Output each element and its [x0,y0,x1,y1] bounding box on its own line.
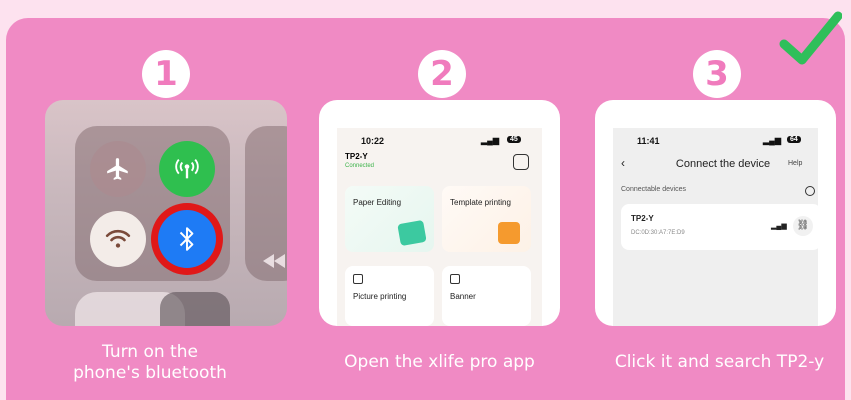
page-title: Connect the device [675,158,771,170]
status-bar-3: 11:41 ▂▄▆ 64 [613,128,818,150]
picture-printing-card[interactable]: Picture printing [345,266,434,326]
paper-editing-card[interactable]: Paper Editing [345,186,434,252]
status-time-3: 11:41 [637,136,660,146]
device-list-name: TP2-Y [631,214,654,223]
step-number-3: 3 [693,50,741,98]
battery-indicator: 45 [507,136,521,143]
rewind-icon [263,254,285,268]
step-3-caption: Click it and search TP2-y [614,352,825,372]
step-1-caption-line1: Turn on the [102,342,198,362]
template-printing-label: Template printing [450,198,511,207]
signal-strength-icon: ▂▄▆ [771,223,787,230]
banner-label: Banner [450,292,476,301]
cellular-toggle[interactable] [159,141,215,197]
paper-editing-icon [397,219,427,247]
connect-screenshot: 11:41 ▂▄▆ 64 ‹ Connect the device Help C… [595,100,836,326]
step-1-caption: Turn on the phone's bluetooth [45,342,255,384]
picture-printing-icon [353,274,363,284]
back-icon[interactable]: ‹ [621,156,625,170]
banner-icon [450,274,460,284]
template-printing-icon [498,222,520,244]
signal-icon: ▂▄▆ [481,136,499,145]
device-list-item[interactable]: TP2-Y DC:0D:30:A7:7E:D9 ▂▄▆ ⛓ [621,204,818,250]
refresh-icon[interactable] [805,186,815,196]
connection-status: Connected [345,163,375,169]
step-number-1: 1 [142,50,190,98]
section-label: Connectable devices [621,186,686,193]
connect-screen: 11:41 ▂▄▆ 64 ‹ Connect the device Help C… [613,128,818,326]
device-list-mac: DC:0D:30:A7:7E:D9 [631,230,685,236]
step-1-caption-line2: phone's bluetooth [73,363,227,383]
check-icon [779,11,842,65]
step-number-2: 2 [418,50,466,98]
media-panel [245,126,287,281]
picture-printing-label: Picture printing [353,292,407,301]
status-time: 10:22 [361,136,385,146]
bluetooth-highlight-ring [151,203,223,275]
mirror-panel [160,292,230,326]
settings-icon[interactable] [513,154,529,170]
wifi-toggle[interactable] [90,211,146,267]
airplane-toggle[interactable] [90,141,146,197]
template-printing-card[interactable]: Template printing [442,186,531,252]
step-2-caption: Open the xlife pro app [344,352,535,372]
signal-icon-3: ▂▄▆ [763,136,781,145]
bluetooth-toggle[interactable] [158,210,216,268]
battery-indicator-3: 64 [787,136,801,143]
help-link[interactable]: Help [788,160,802,167]
cellular-icon [175,159,199,179]
bluetooth-icon [179,227,194,251]
link-icon[interactable]: ⛓ [793,216,813,236]
wifi-icon [105,229,131,248]
device-name: TP2-Y [345,152,368,161]
banner-card[interactable]: Banner [442,266,531,326]
status-bar: 10:22 ▂▄▆ 45 [337,128,542,150]
airplane-icon [107,158,128,180]
paper-editing-label: Paper Editing [353,198,402,207]
app-screen: 10:22 ▂▄▆ 45 TP2-Y Connected Paper Editi… [337,128,542,326]
control-center-screenshot [45,100,287,326]
app-screenshot: 10:22 ▂▄▆ 45 TP2-Y Connected Paper Editi… [319,100,560,326]
